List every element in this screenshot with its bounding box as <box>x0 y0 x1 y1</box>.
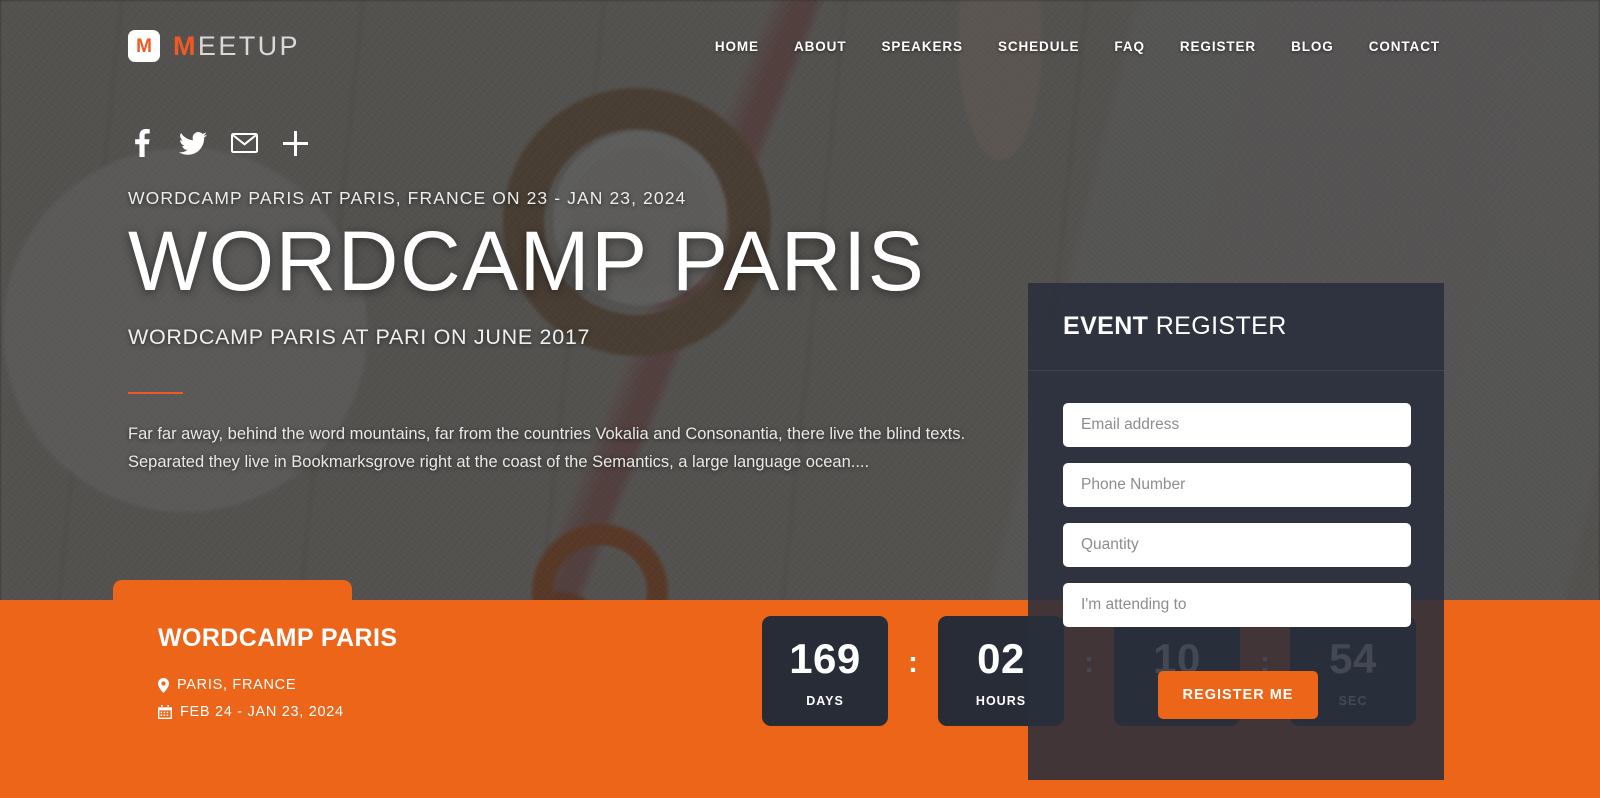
countdown-days: 169 DAYS <box>762 616 888 726</box>
register-form <box>1028 371 1444 627</box>
page-title: WORDCAMP PARIS <box>128 214 926 308</box>
map-pin-icon <box>158 677 169 693</box>
hero-description: Far far away, behind the word mountains,… <box>128 425 966 472</box>
countdown-hours-label: HOURS <box>975 694 1027 708</box>
hero-section: M MEETUP HOME ABOUT SPEAKERS SCHEDULE FA… <box>0 0 1600 798</box>
hero-content: WORDCAMP PARIS AT PARIS, FRANCE ON 23 - … <box>128 128 1028 477</box>
quantity-field[interactable] <box>1063 523 1411 567</box>
countdown-days-label: DAYS <box>806 694 844 708</box>
nav-item-about[interactable]: ABOUT <box>794 39 847 54</box>
nav-item-register[interactable]: REGISTER <box>1180 39 1256 54</box>
register-title-strong: EVENT <box>1063 312 1149 340</box>
register-panel-header: EVENT REGISTER <box>1028 283 1444 371</box>
event-location-label: PARIS, FRANCE <box>177 677 297 693</box>
nav-item-home[interactable]: HOME <box>715 39 759 54</box>
event-summary: WORDCAMP PARIS PARIS, FRANCE FEB 24 - JA… <box>158 624 397 731</box>
email-icon[interactable] <box>230 128 258 158</box>
social-links <box>128 128 1028 158</box>
calendar-icon <box>158 705 172 719</box>
site-header: M MEETUP HOME ABOUT SPEAKERS SCHEDULE FA… <box>0 0 1600 92</box>
brand-name: MEETUP <box>173 31 300 62</box>
nav-item-faq[interactable]: FAQ <box>1114 39 1144 54</box>
brand-name-rest: EETUP <box>197 30 300 61</box>
register-me-button[interactable]: REGISTER ME <box>1158 671 1318 719</box>
attending-field[interactable] <box>1063 583 1411 627</box>
register-title-light: REGISTER <box>1148 312 1287 340</box>
facebook-icon[interactable] <box>128 128 156 158</box>
hero-subtitle: WORDCAMP PARIS AT PARI ON JUNE 2017 <box>128 325 591 349</box>
brand-name-accent: M <box>173 30 198 61</box>
nav-item-contact[interactable]: CONTACT <box>1369 39 1440 54</box>
event-register-panel: EVENT REGISTER REGISTER ME <box>1028 283 1444 780</box>
twitter-icon[interactable] <box>179 128 207 158</box>
email-field[interactable] <box>1063 403 1411 447</box>
meetup-logo-icon: M <box>128 30 160 62</box>
event-dates-label: FEB 24 - JAN 23, 2024 <box>180 704 344 720</box>
nav-item-speakers[interactable]: SPEAKERS <box>881 39 962 54</box>
nav-item-blog[interactable]: BLOG <box>1291 39 1334 54</box>
plus-icon[interactable] <box>281 128 309 158</box>
countdown-separator-1: : <box>908 646 918 679</box>
event-meta-line: WORDCAMP PARIS AT PARIS, FRANCE ON 23 - … <box>128 188 687 208</box>
phone-field[interactable] <box>1063 463 1411 507</box>
countdown-days-value: 169 <box>789 635 861 682</box>
accent-divider <box>128 392 183 394</box>
brand-logo[interactable]: M MEETUP <box>128 30 300 62</box>
event-dates: FEB 24 - JAN 23, 2024 <box>158 704 397 720</box>
event-summary-title: WORDCAMP PARIS <box>158 624 398 652</box>
countdown-hours-value: 02 <box>977 635 1025 682</box>
event-location: PARIS, FRANCE <box>158 677 397 693</box>
nav-item-schedule[interactable]: SCHEDULE <box>998 39 1079 54</box>
main-navigation: HOME ABOUT SPEAKERS SCHEDULE FAQ REGISTE… <box>715 39 1440 54</box>
register-panel-title: EVENT REGISTER <box>1063 312 1287 341</box>
